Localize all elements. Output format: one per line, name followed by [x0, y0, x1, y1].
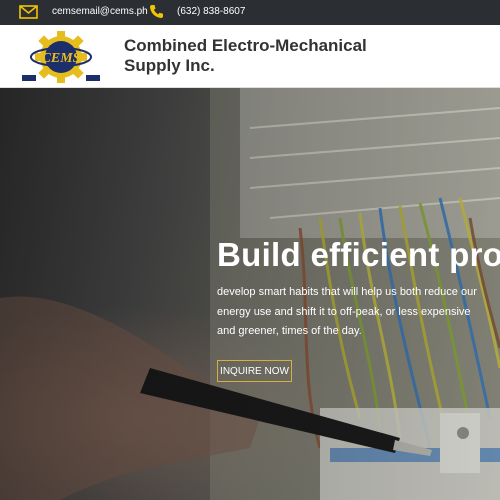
phone-icon[interactable]	[149, 4, 164, 19]
contact-phone-link[interactable]: (632) 838-8607	[177, 6, 245, 17]
top-contact-bar: cemsemail@cems.ph (632) 838-8607	[0, 0, 500, 25]
mail-icon[interactable]	[19, 5, 38, 19]
logo-text: CEMS	[42, 51, 81, 66]
hero-description: develop smart habits that will help us b…	[217, 286, 477, 337]
company-name: Combined Electro-Mechanical Supply Inc.	[124, 36, 394, 76]
company-name-line2: Supply Inc.	[124, 56, 215, 75]
contact-email-link[interactable]: cemsemail@cems.ph	[52, 6, 148, 17]
inquire-now-button[interactable]: INQUIRE NOW	[217, 360, 292, 382]
site-header: CEMS Combined Electro-Mechanical Supply …	[0, 25, 500, 88]
hero-banner: Build efficient pro develop smart habits…	[0, 88, 500, 500]
cems-logo[interactable]: CEMS	[20, 31, 102, 83]
hero-title: Build efficient pro	[217, 236, 500, 273]
company-name-line1: Combined Electro-Mechanical	[124, 36, 367, 55]
